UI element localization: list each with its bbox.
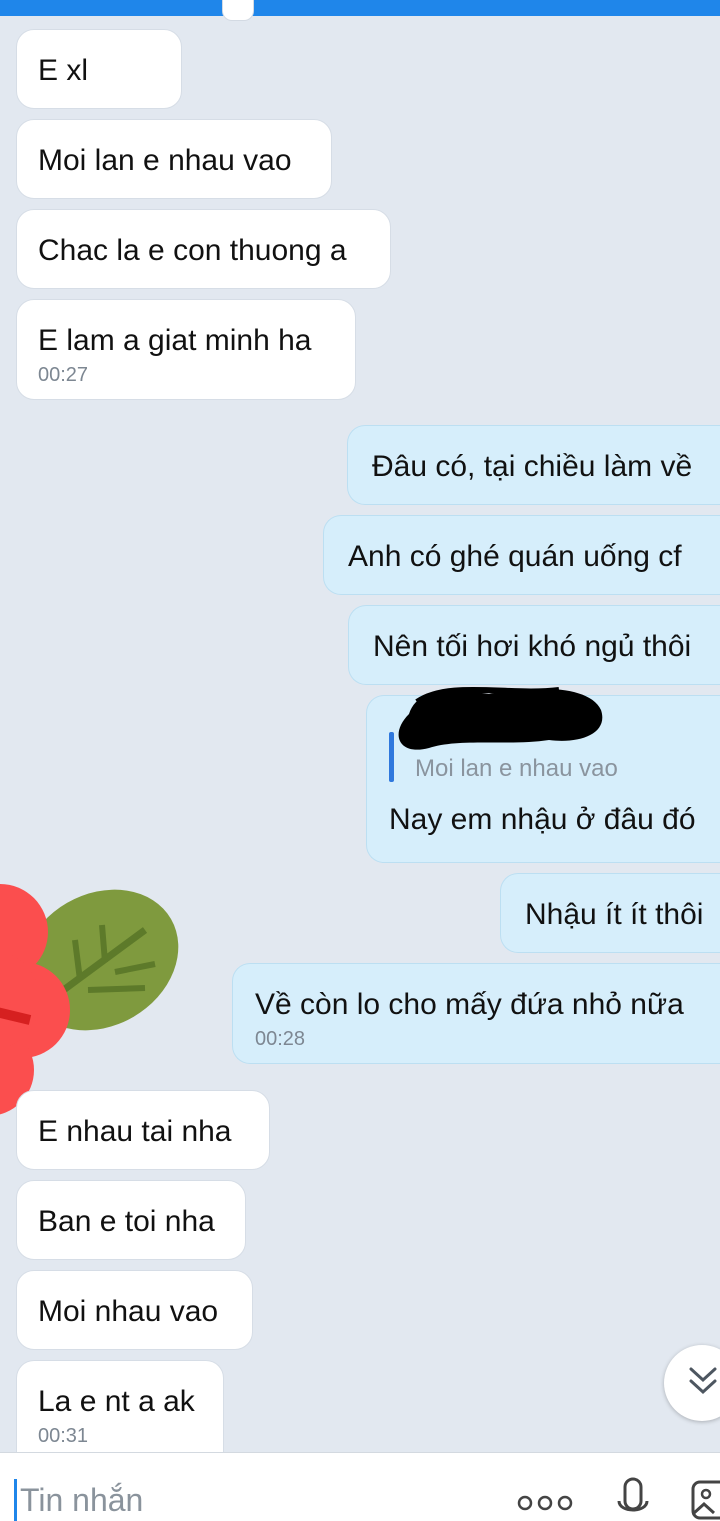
message-bubble-incoming[interactable]: Ban e toi nha bbox=[16, 1180, 246, 1260]
message-text: Moi nhau vao bbox=[38, 1295, 219, 1328]
image-icon[interactable] bbox=[690, 1479, 720, 1521]
message-text: Nay em nhậu ở đâu đó bbox=[389, 803, 696, 836]
message-bubble-incoming[interactable]: La e nt a ak 00:31 bbox=[16, 1360, 224, 1461]
message-text: Về còn lo cho mấy đứa nhỏ nữa bbox=[255, 988, 684, 1021]
message-text: Chac la e con thuong a bbox=[38, 234, 347, 267]
message-text: Ban e toi nha bbox=[38, 1205, 215, 1238]
redacted-name-scribble bbox=[398, 686, 603, 750]
message-input[interactable] bbox=[20, 1479, 480, 1521]
scroll-to-bottom-button[interactable] bbox=[664, 1345, 720, 1421]
text-cursor bbox=[14, 1479, 17, 1521]
more-options-icon[interactable] bbox=[516, 1493, 574, 1513]
message-bubble-incoming[interactable]: E xl bbox=[16, 29, 182, 109]
quoted-message-text: Moi lan e nhau vao bbox=[415, 755, 618, 782]
microphone-icon[interactable] bbox=[614, 1477, 654, 1521]
message-text: Nên tối hơi khó ngủ thôi bbox=[373, 630, 692, 663]
message-bubble-outgoing[interactable]: Nên tối hơi khó ngủ thôi bbox=[348, 605, 720, 685]
message-text: Nhậu ít ít thôi bbox=[525, 898, 704, 931]
reply-message-bubble[interactable]: Moi lan e nhau vao Nay em nhậu ở đâu đó bbox=[366, 686, 720, 863]
message-text: La e nt a ak bbox=[38, 1385, 195, 1418]
message-bubble-incoming[interactable]: Chac la e con thuong a bbox=[16, 209, 391, 289]
message-bubble-incoming[interactable]: Moi lan e nhau vao bbox=[16, 119, 332, 199]
message-bubble-incoming[interactable]: E nhau tai nha bbox=[16, 1090, 270, 1170]
message-timestamp: 00:31 bbox=[38, 1425, 89, 1447]
message-timestamp: 00:28 bbox=[255, 1028, 306, 1050]
message-bubble-outgoing[interactable]: Anh có ghé quán uống cf bbox=[323, 515, 720, 595]
message-text: Đâu có, tại chiều làm về bbox=[372, 450, 693, 483]
message-bubble-incoming[interactable]: Moi nhau vao bbox=[16, 1270, 253, 1350]
message-input-bar bbox=[0, 1452, 720, 1521]
quote-indicator bbox=[389, 732, 394, 782]
double-chevron-down-icon bbox=[689, 1367, 717, 1395]
message-bubble-outgoing[interactable]: Về còn lo cho mấy đứa nhỏ nữa 00:28 bbox=[232, 963, 720, 1064]
message-bubble-outgoing[interactable]: Đâu có, tại chiều làm về bbox=[347, 425, 720, 505]
message-text: E xl bbox=[38, 54, 89, 87]
message-text: E lam a giat minh ha bbox=[38, 324, 312, 357]
top-status-strip bbox=[0, 0, 720, 16]
message-text: Moi lan e nhau vao bbox=[38, 144, 292, 177]
message-timestamp: 00:27 bbox=[38, 364, 89, 386]
message-text: Anh có ghé quán uống cf bbox=[348, 540, 682, 573]
message-bubble-incoming[interactable]: E lam a giat minh ha 00:27 bbox=[16, 299, 356, 400]
message-text: E nhau tai nha bbox=[38, 1115, 232, 1148]
message-bubble-outgoing[interactable]: Nhậu ít ít thôi bbox=[500, 873, 720, 953]
partial-message-bubble bbox=[222, 0, 254, 21]
